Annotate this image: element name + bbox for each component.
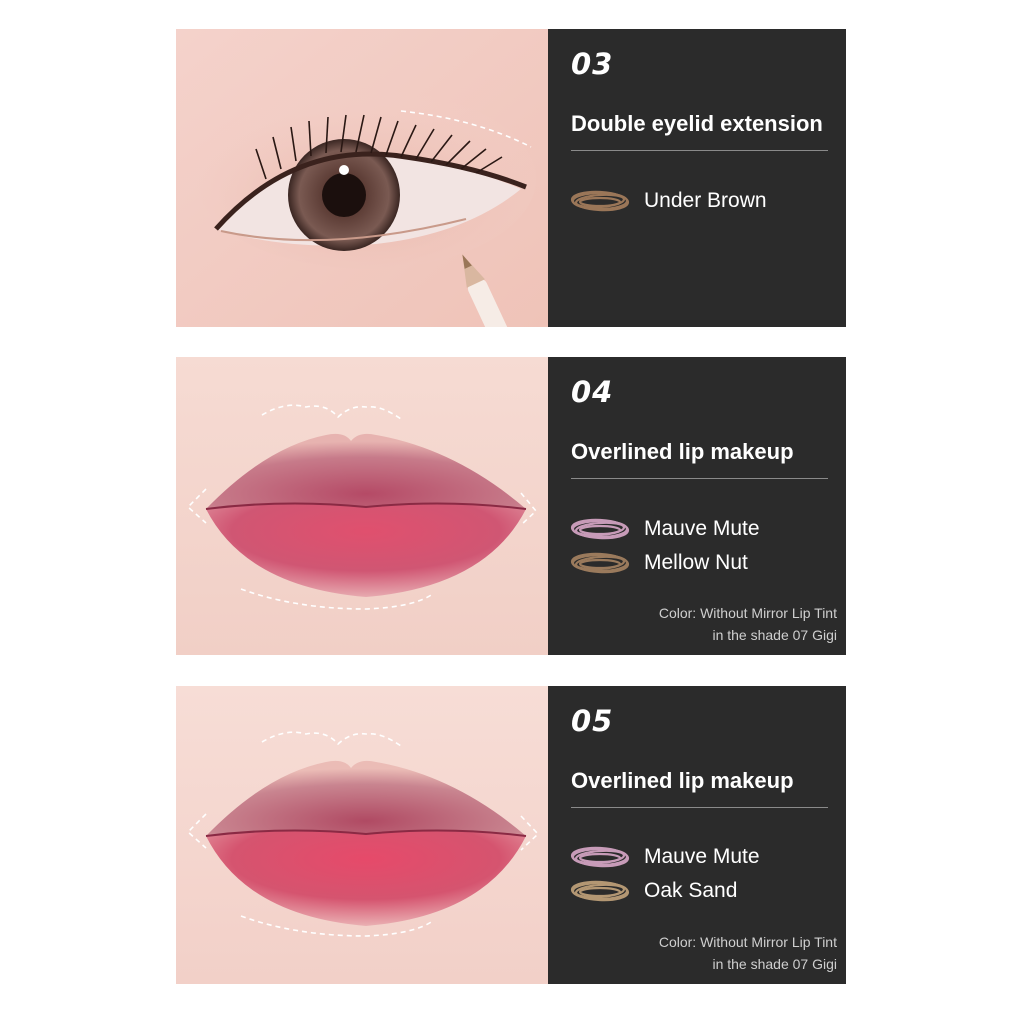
shade-swatch-scribble xyxy=(570,518,630,540)
divider xyxy=(571,807,828,808)
shade-label: Mauve Mute xyxy=(644,517,760,540)
shade-swatch-scribble xyxy=(570,552,630,574)
info-panel: 03 Double eyelid extension Under Brown xyxy=(548,29,846,327)
divider xyxy=(571,478,828,479)
shade-row: Oak Sand xyxy=(570,876,737,906)
divider xyxy=(571,150,828,151)
shade-swatch-scribble xyxy=(570,190,630,212)
lip-makeup-photo xyxy=(176,686,548,984)
shade-row: Mauve Mute xyxy=(570,842,760,872)
shade-swatch-scribble xyxy=(570,880,630,902)
shade-label: Under Brown xyxy=(644,189,767,212)
shade-row: Under Brown xyxy=(570,186,767,216)
step-title: Overlined lip makeup xyxy=(571,768,794,793)
lip-makeup-photo xyxy=(176,357,548,655)
color-note: Color: Without Mirror Lip Tint in the sh… xyxy=(659,931,837,975)
step-title: Double eyelid extension xyxy=(571,111,823,136)
info-panel: 05 Overlined lip makeup Mauve Mute Oak S… xyxy=(548,686,846,984)
shade-label: Mellow Nut xyxy=(644,551,748,574)
product-page: 03 Double eyelid extension Under Brown 0… xyxy=(0,0,1024,1024)
shade-row: Mauve Mute xyxy=(570,514,760,544)
step-number: 03 xyxy=(571,47,614,81)
card-overlined-lip-1: 04 Overlined lip makeup Mauve Mute Mello… xyxy=(176,357,846,655)
color-note-line-2: in the shade 07 Gigi xyxy=(712,956,837,972)
step-number: 05 xyxy=(571,704,614,738)
shade-label: Mauve Mute xyxy=(644,845,760,868)
color-note-line-2: in the shade 07 Gigi xyxy=(712,627,837,643)
color-note: Color: Without Mirror Lip Tint in the sh… xyxy=(659,602,837,646)
shade-swatch-scribble xyxy=(570,846,630,868)
color-note-line-1: Color: Without Mirror Lip Tint xyxy=(658,934,837,950)
info-panel: 04 Overlined lip makeup Mauve Mute Mello… xyxy=(548,357,846,655)
eye-makeup-photo xyxy=(176,29,548,327)
step-title: Overlined lip makeup xyxy=(571,439,794,464)
shade-row: Mellow Nut xyxy=(570,548,748,578)
step-number: 04 xyxy=(571,375,614,409)
card-overlined-lip-2: 05 Overlined lip makeup Mauve Mute Oak S… xyxy=(176,686,846,984)
card-eyelid-extension: 03 Double eyelid extension Under Brown xyxy=(176,29,846,327)
shade-label: Oak Sand xyxy=(644,879,738,902)
color-note-line-1: Color: Without Mirror Lip Tint xyxy=(658,605,837,621)
